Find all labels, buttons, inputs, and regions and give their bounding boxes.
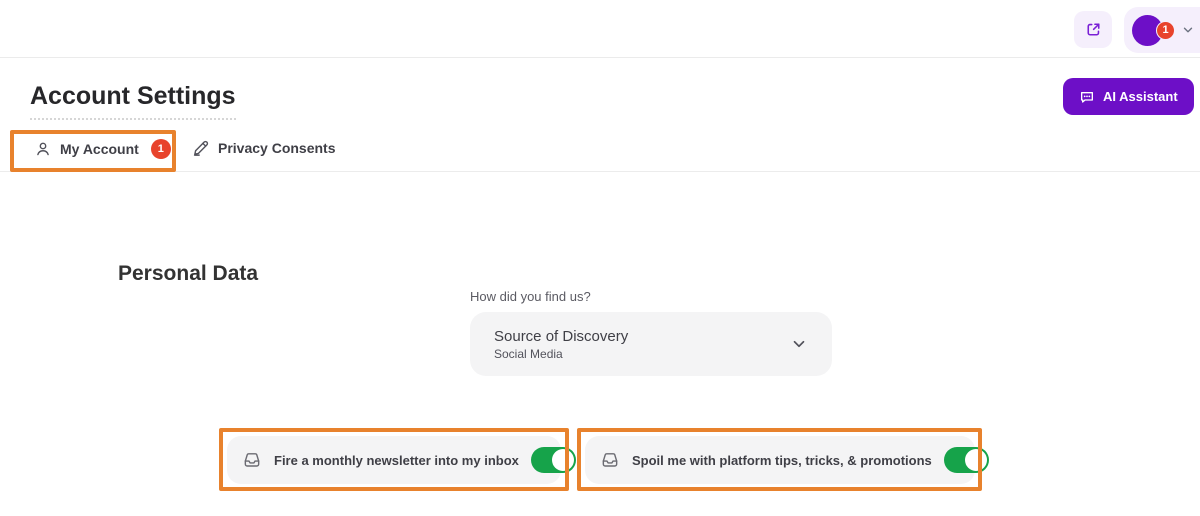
chevron-down-icon	[790, 335, 808, 353]
newsletter-toggle[interactable]	[531, 447, 576, 473]
inbox-icon	[600, 450, 620, 470]
top-header-bar	[0, 0, 1200, 58]
user-menu[interactable]: 1	[1124, 7, 1200, 53]
tab-bar	[0, 137, 1200, 172]
toggle-knob	[965, 449, 987, 471]
promotions-toggle[interactable]	[944, 447, 989, 473]
select-value: Social Media	[494, 347, 628, 361]
tab-label: Privacy Consents	[218, 140, 336, 156]
section-title-personal-data: Personal Data	[118, 262, 258, 286]
tab-badge: 1	[151, 139, 171, 159]
promotions-toggle-row: Spoil me with platform tips, tricks, & p…	[585, 436, 975, 484]
chat-bubble-icon	[1079, 89, 1095, 105]
newsletter-toggle-row: Fire a monthly newsletter into my inbox	[227, 436, 561, 484]
select-label: Source of Discovery	[494, 328, 628, 345]
pencil-icon	[192, 139, 210, 157]
page-title: Account Settings	[30, 82, 236, 120]
avatar: 1	[1132, 15, 1163, 46]
chevron-down-icon	[1181, 23, 1195, 37]
account-settings-page: 1 Account Settings AI Assistant My Accou…	[0, 0, 1200, 516]
source-of-discovery-select[interactable]: Source of Discovery Social Media	[470, 312, 832, 376]
inbox-icon	[242, 450, 262, 470]
notification-badge: 1	[1156, 21, 1175, 40]
tab-label: My Account	[60, 141, 139, 157]
ai-assistant-label: AI Assistant	[1103, 89, 1178, 104]
tab-privacy-consents[interactable]: Privacy Consents	[192, 139, 336, 157]
person-icon	[34, 140, 52, 158]
toggle-label: Spoil me with platform tips, tricks, & p…	[632, 453, 932, 468]
external-link-button[interactable]	[1074, 11, 1112, 48]
toggle-knob	[552, 449, 574, 471]
ai-assistant-button[interactable]: AI Assistant	[1063, 78, 1194, 115]
external-link-icon	[1085, 21, 1102, 38]
toggle-label: Fire a monthly newsletter into my inbox	[274, 453, 519, 468]
tab-my-account[interactable]: My Account 1	[34, 139, 171, 159]
question-label: How did you find us?	[470, 289, 591, 304]
